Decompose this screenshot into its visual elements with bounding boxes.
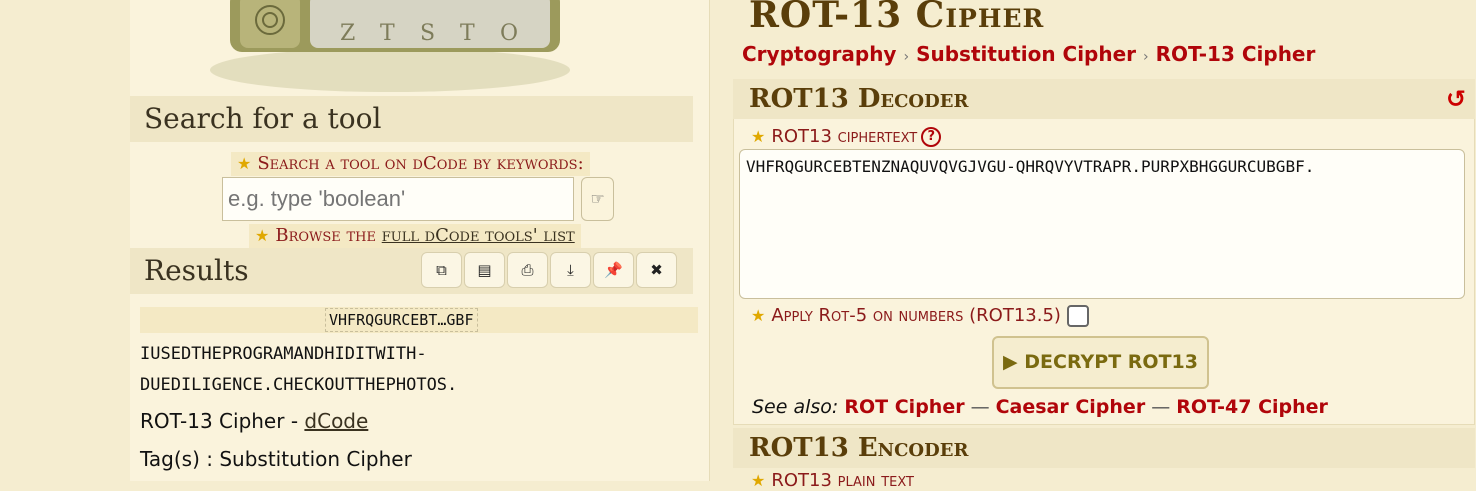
pin-button[interactable]: 📌 [593, 252, 634, 288]
svg-text:T: T [380, 21, 395, 46]
link-rot-cipher[interactable]: ROT Cipher [844, 396, 964, 418]
star-icon: ★ [237, 154, 252, 173]
page-title: ROT-13 Cipher [749, 0, 1045, 36]
chevron-right-icon: › [903, 49, 910, 65]
ciphertext-input[interactable] [739, 149, 1465, 299]
browse-label: ★ Browse the full dCode tools' list [249, 224, 581, 248]
close-icon: ✖ [650, 261, 663, 279]
browse-prefix: Browse the [275, 225, 382, 246]
search-heading: Search for a tool [130, 96, 693, 142]
tags: Tag(s) : Substitution Cipher [140, 447, 412, 471]
breadcrumb: Cryptography › Substitution Cipher › ROT-13 … [742, 42, 1315, 66]
refresh-icon[interactable]: ↺ [1446, 85, 1466, 113]
rot5-option: ★ Apply Rot-5 on numbers (ROT13.5) [751, 303, 1089, 329]
result-tag-row: VHFRQGURCEBT…GBF [140, 307, 698, 333]
svg-text:Z: Z [340, 21, 355, 46]
hand-pointer-icon: ☞ [590, 189, 605, 208]
cryptex-logo: ZTSTO [210, 0, 570, 92]
result-line: IUSEDTHEPROGRAMANDHIDITWITH- [140, 344, 427, 364]
separator: — [970, 396, 990, 418]
see-also-label: See also: [752, 396, 839, 418]
svg-text:S: S [420, 21, 435, 46]
search-button[interactable]: ☞ [581, 177, 614, 221]
see-also: See also: ROT Cipher — Caesar Cipher — ROT-4… [752, 396, 1328, 418]
result-tag[interactable]: VHFRQGURCEBT…GBF [325, 308, 478, 332]
credit-prefix: ROT-13 Cipher - [140, 409, 305, 433]
copy-icon: ⧉ [436, 261, 447, 279]
rot5-checkbox[interactable] [1066, 305, 1089, 327]
ciphertext-label: ★ ROT13 ciphertext? [751, 124, 942, 150]
search-label: ★ Search a tool on dCode by keywords: [231, 152, 590, 176]
star-icon: ★ [751, 306, 766, 325]
note-button[interactable]: ▤ [464, 252, 505, 288]
download-button[interactable]: ⤓ [550, 252, 591, 288]
help-icon[interactable]: ? [921, 127, 942, 147]
encoder-heading: ROT13 Encoder [733, 428, 1475, 468]
breadcrumb-cryptography[interactable]: Cryptography [742, 42, 896, 66]
page-margin [0, 0, 130, 481]
ciphertext-label-text: ROT13 ciphertext [771, 126, 918, 147]
decrypt-button-label: DECRYPT ROT13 [1024, 351, 1198, 373]
separator: — [1151, 396, 1171, 418]
copy-button[interactable]: ⧉ [421, 252, 462, 288]
note-icon: ▤ [477, 261, 492, 279]
star-icon: ★ [255, 226, 270, 245]
result-text: IUSEDTHEPROGRAMANDHIDITWITH- DUEDILIGENC… [140, 339, 700, 401]
close-button[interactable]: ✖ [636, 252, 677, 288]
breadcrumb-rot13[interactable]: ROT-13 Cipher [1156, 42, 1316, 66]
credit: ROT-13 Cipher - dCode [140, 409, 368, 433]
download-icon: ⤓ [567, 261, 574, 279]
print-icon: ⎙ [521, 261, 534, 279]
play-icon: ▶ [1003, 351, 1018, 373]
result-line: DUEDILIGENCE.CHECKOUTTHEPHOTOS. [140, 375, 458, 395]
dcode-link[interactable]: dCode [304, 409, 368, 433]
pin-icon: 📌 [604, 261, 623, 279]
browse-tools-link[interactable]: full dCode tools' list [382, 225, 575, 246]
svg-text:O: O [500, 21, 518, 46]
chevron-right-icon: › [1143, 49, 1149, 65]
link-caesar-cipher[interactable]: Caesar Cipher [996, 396, 1146, 418]
search-label-text: Search a tool on dCode by keywords: [257, 153, 584, 174]
print-button[interactable]: ⎙ [507, 252, 548, 288]
search-input[interactable] [222, 177, 574, 221]
decrypt-button[interactable]: ▶ DECRYPT ROT13 [992, 336, 1209, 389]
svg-text:T: T [460, 21, 475, 46]
decoder-heading: ROT13 Decoder [733, 79, 1475, 119]
breadcrumb-substitution[interactable]: Substitution Cipher [916, 42, 1136, 66]
link-rot47-cipher[interactable]: ROT-47 Cipher [1176, 396, 1328, 418]
rot5-label: Apply Rot-5 on numbers (ROT13.5) [771, 305, 1061, 326]
star-icon: ★ [751, 127, 766, 146]
